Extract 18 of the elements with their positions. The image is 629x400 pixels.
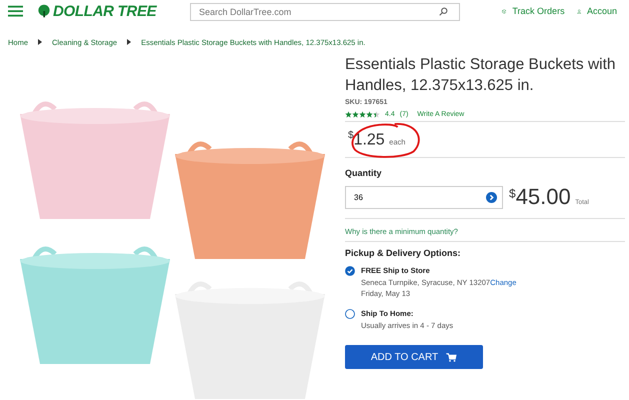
chevron-icon [38,39,42,45]
add-to-cart-button[interactable]: ADD TO CART [345,345,483,370]
tree-logo-icon[interactable] [37,4,51,18]
radio-checked-icon[interactable] [345,266,355,276]
chevron-icon [127,39,132,45]
cart-icon [446,352,458,362]
quantity-label: Quantity [345,168,383,178]
delivery-options-title: Pickup & Delivery Options: [345,248,462,258]
logo-text[interactable]: DOLLAR TREE [53,2,186,20]
menu-icon[interactable] [8,5,23,17]
arrow-right-icon[interactable] [486,192,497,203]
product-title: Essentials Plastic Storage Buckets with Handles, 12.375x13.625 in. [345,55,617,96]
header-link[interactable]: Accoun [586,6,617,16]
radio-icon[interactable] [345,309,355,320]
header-link[interactable]: Track Orders [512,6,565,16]
search-icon[interactable] [439,6,448,16]
quantity-field[interactable]: 36 [345,186,503,209]
search-field[interactable]: Search DollarTree.com [190,3,460,21]
